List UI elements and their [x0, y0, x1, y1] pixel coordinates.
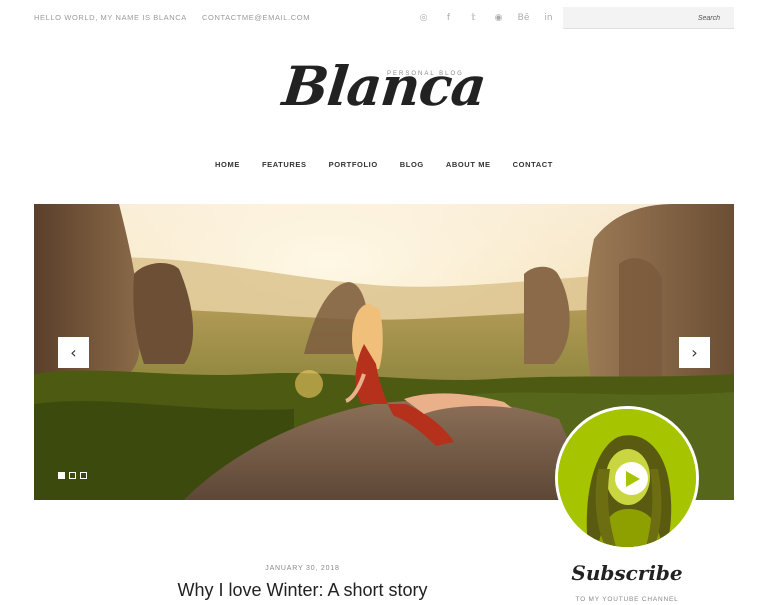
slider-dots	[58, 472, 87, 479]
greeting-text: HELLO WORLD, MY NAME IS BLANCA	[34, 13, 187, 22]
logo-subtitle: PERSONAL BLOG	[387, 71, 464, 77]
facebook-icon[interactable]: f	[436, 10, 461, 26]
play-icon	[626, 470, 640, 487]
top-bar: HELLO WORLD, MY NAME IS BLANCA CONTACTME…	[34, 7, 734, 29]
chevron-right-icon: ›	[691, 343, 698, 362]
play-button[interactable]	[615, 462, 648, 495]
nav-item-contact[interactable]: CONTACT	[502, 160, 564, 169]
chevron-left-icon: ‹	[70, 343, 77, 362]
behance-icon[interactable]: Bē	[511, 10, 536, 26]
main-nav: HOME FEATURES PORTFOLIO BLOG ABOUT ME CO…	[0, 160, 768, 169]
slider-dot-1[interactable]	[58, 472, 65, 479]
search-box	[563, 7, 734, 29]
nav-item-about-me[interactable]: ABOUT ME	[435, 160, 502, 169]
social-icons: ◎ f 𝕥 ◉ Bē in	[411, 10, 561, 26]
slider-next-button[interactable]: ›	[679, 337, 710, 368]
nav-item-home[interactable]: HOME	[204, 160, 251, 169]
post-date: JANUARY 30, 2018	[265, 565, 340, 572]
search-input[interactable]	[563, 8, 734, 29]
dribbble-icon[interactable]: ◉	[486, 10, 511, 26]
slider-dot-2[interactable]	[69, 472, 76, 479]
youtube-video-thumbnail[interactable]	[555, 406, 699, 550]
site-logo[interactable]: Blanca	[0, 54, 768, 118]
nav-item-features[interactable]: FEATURES	[251, 160, 318, 169]
instagram-icon[interactable]: ◎	[411, 10, 436, 26]
post-title[interactable]: Why I love Winter: A short story	[0, 580, 605, 601]
nav-item-portfolio[interactable]: PORTFOLIO	[318, 160, 389, 169]
twitter-icon[interactable]: 𝕥	[461, 10, 486, 26]
contact-email-link[interactable]: CONTACTME@EMAIL.COM	[202, 13, 310, 22]
linkedin-icon[interactable]: in	[536, 10, 561, 26]
slider-prev-button[interactable]: ‹	[58, 337, 89, 368]
nav-item-blog[interactable]: BLOG	[389, 160, 435, 169]
slider-dot-3[interactable]	[80, 472, 87, 479]
subscribe-subtitle: TO MY YOUTUBE CHANNEL	[575, 596, 679, 603]
subscribe-heading: Subscribe	[571, 561, 683, 585]
logo-title: Blanca	[279, 54, 489, 118]
